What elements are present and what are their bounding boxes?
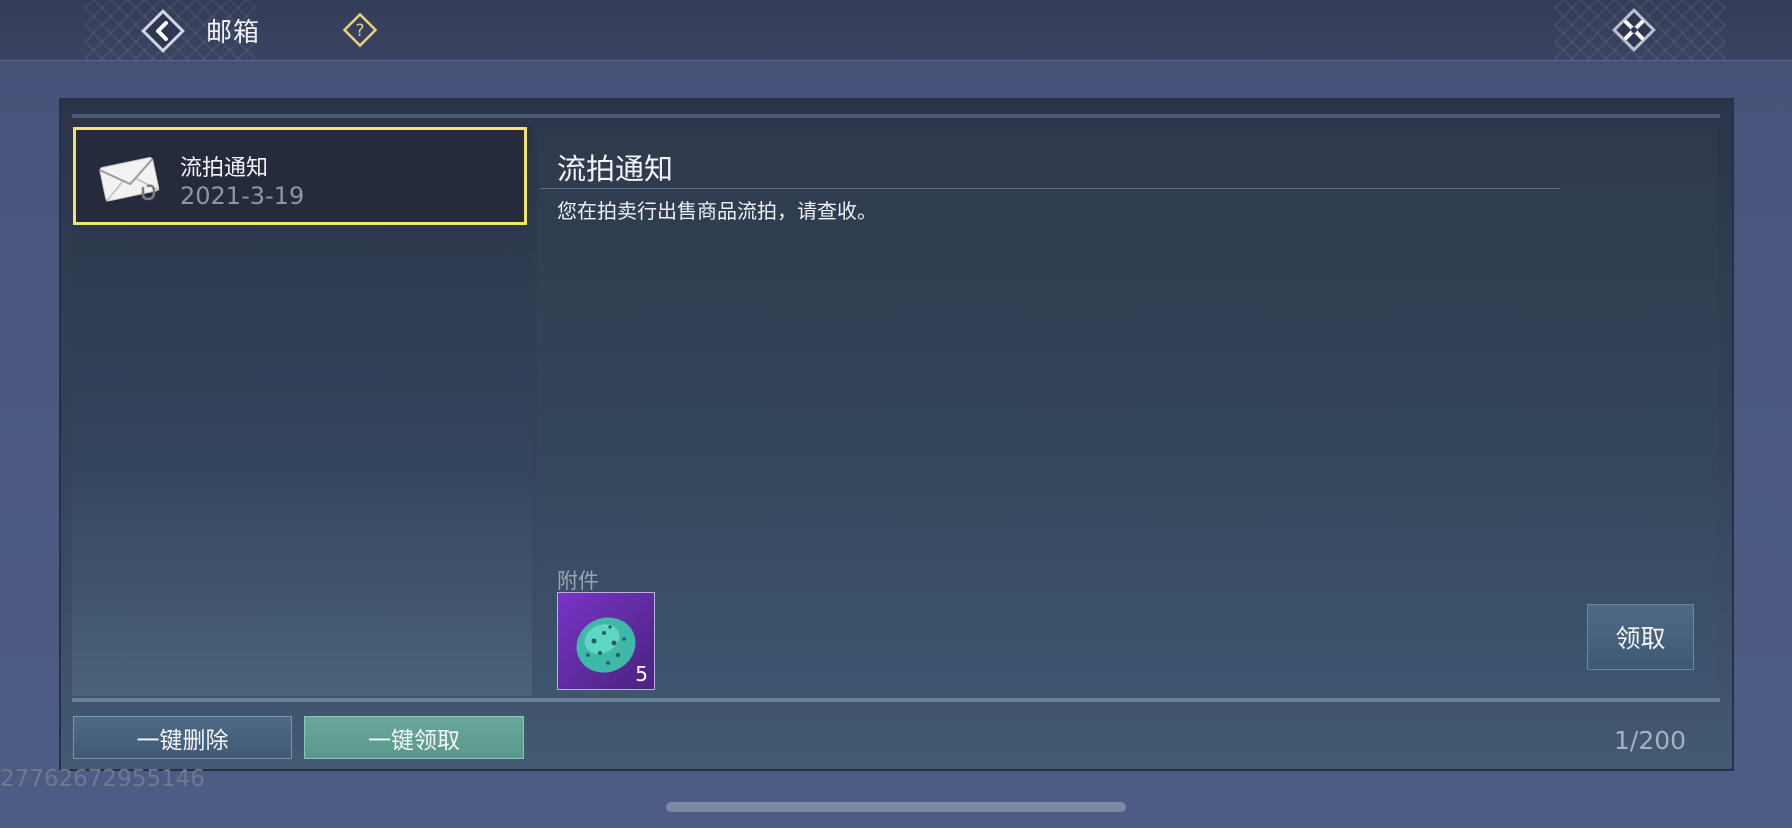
home-indicator[interactable] (666, 802, 1126, 812)
question-diamond-icon: ? (342, 12, 378, 48)
claim-all-button[interactable]: 一键领取 (304, 716, 524, 759)
back-arrow-icon (141, 9, 185, 53)
panel-top-divider (72, 114, 1720, 118)
user-id-watermark: 27762672955146 (0, 766, 205, 792)
mail-attachment-icon (99, 157, 160, 202)
back-button[interactable] (138, 6, 188, 56)
footer-divider (72, 698, 1720, 702)
mail-item-date: 2021-3-19 (180, 182, 305, 210)
detail-title-divider (540, 188, 1560, 189)
help-button[interactable]: ? (342, 12, 378, 48)
top-bar: 邮箱 ? (0, 0, 1792, 61)
mail-count: 1/200 (1614, 726, 1687, 755)
attachment-slot[interactable]: 5 (557, 592, 655, 690)
claim-button[interactable]: 领取 (1587, 604, 1694, 670)
attachment-count: 5 (635, 662, 648, 686)
mail-item-title: 流拍通知 (180, 156, 269, 181)
close-x-icon (1612, 8, 1656, 52)
close-button[interactable] (1606, 2, 1662, 58)
delete-all-button[interactable]: 一键删除 (73, 716, 292, 759)
mail-list-item[interactable]: 流拍通知 2021-3-19 (73, 127, 527, 225)
mail-detail-body: 您在拍卖行出售商品流拍，请查收。 (557, 199, 877, 223)
svg-text:?: ? (355, 21, 364, 41)
attachment-label: 附件 (557, 569, 599, 593)
mail-detail-title: 流拍通知 (557, 152, 674, 186)
page-title: 邮箱 (206, 18, 261, 48)
